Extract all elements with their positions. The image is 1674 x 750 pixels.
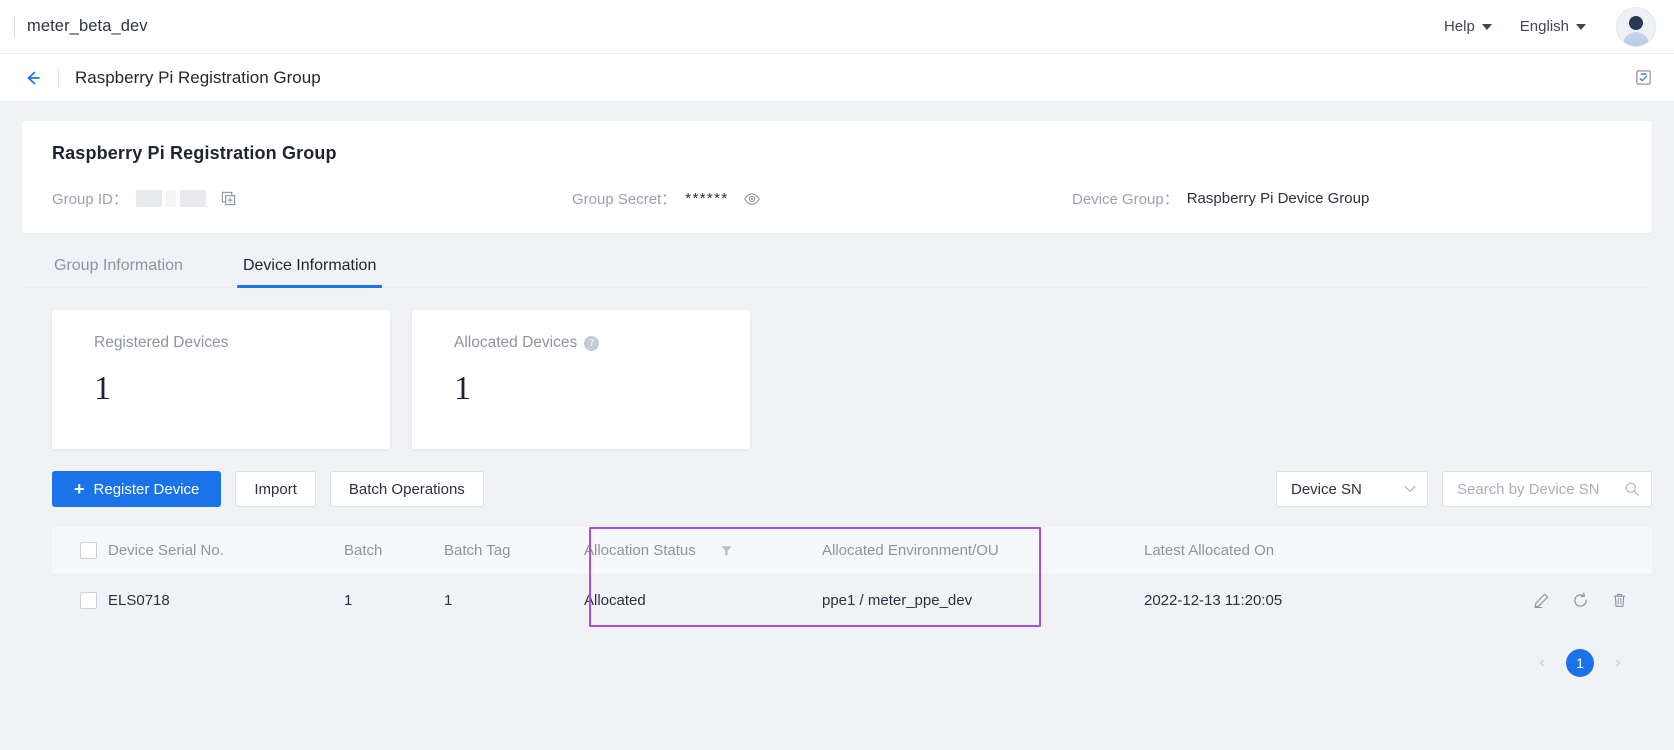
page-title: Raspberry Pi Registration Group [75,67,321,87]
devices-table-wrap: Device Serial No. Batch Batch Tag Alloca… [52,527,1652,627]
action-bar: + Register Device Import Batch Operation… [52,471,1652,507]
group-meta-row: Group ID： Group Secret： ****** Device Gr… [52,188,1622,209]
column-batch-tag: Batch Tag [444,527,584,575]
avatar-head [1629,15,1643,30]
tenant-wrap: meter_beta_dev [0,15,148,38]
column-latest-allocated-on: Latest Allocated On [1144,527,1464,575]
top-bar-right: Help English [1430,6,1674,47]
header-divider [58,67,59,88]
tenant-name: meter_beta_dev [27,17,148,35]
group-id-field: Group ID： [52,188,572,209]
row-select-cell [52,574,108,627]
checklist-icon[interactable] [1630,65,1656,91]
pagination: ‹ 1 › [0,648,1628,677]
cell-row-actions [1464,574,1652,627]
stat-label-text: Registered Devices [94,334,229,351]
language-label: English [1519,18,1569,35]
column-allocation-status: Allocation Status [584,527,822,575]
table-row[interactable]: ELS0718 1 1 Allocated ppe1 / meter_ppe_d… [52,574,1652,627]
search-icon[interactable] [1624,481,1640,497]
stat-label: Registered Devices [94,334,364,352]
column-actions [1464,527,1652,575]
filters-group: Device SN [1276,471,1652,507]
register-device-button[interactable]: + Register Device [52,471,222,507]
refresh-icon[interactable] [1572,592,1589,609]
row-checkbox[interactable] [80,591,97,609]
stat-card-allocated-devices: Allocated Devices ? 1 [412,310,750,449]
table-body: ELS0718 1 1 Allocated ppe1 / meter_ppe_d… [52,574,1652,627]
edit-icon[interactable] [1533,592,1550,609]
group-secret-label: Group Secret： [572,191,677,208]
table-head: Device Serial No. Batch Batch Tag Alloca… [52,527,1652,575]
search-input[interactable] [1457,480,1618,498]
cell-latest-allocated-on: 2022-12-13 11:20:05 [1144,574,1464,627]
stat-value: 1 [454,370,471,407]
stat-label-text: Allocated Devices [454,334,578,351]
group-card-title: Raspberry Pi Registration Group [52,143,337,163]
tab-device-information[interactable]: Device Information [236,257,383,288]
stat-value: 1 [94,370,111,407]
chevron-down-icon [1481,23,1492,30]
plus-icon: + [74,479,85,499]
column-batch: Batch [344,527,444,575]
copy-icon[interactable] [220,190,237,207]
device-group-value: Raspberry Pi Device Group [1186,190,1370,207]
stat-card-registered-devices: Registered Devices 1 [52,310,390,449]
column-allocation-status-label: Allocation Status [584,541,696,559]
group-id-label: Group ID： [52,191,128,208]
eye-icon[interactable] [743,190,761,208]
cell-device-serial: ELS0718 [108,574,344,627]
group-secret-value: ****** [685,190,729,207]
group-info-card: Raspberry Pi Registration Group Group ID… [22,121,1652,233]
avatar-body [1623,31,1649,46]
row-actions [1464,592,1652,609]
stats-row: Registered Devices 1 Allocated Devices ?… [52,310,1652,449]
delete-icon[interactable] [1611,592,1628,609]
cell-allocation-status: Allocated [584,574,822,627]
filter-icon[interactable] [720,544,733,557]
page-header-right [1630,65,1656,91]
tab-group-information[interactable]: Group Information [52,257,185,287]
device-group-field: Device Group： Raspberry Pi Device Group [1072,188,1622,209]
tenant-divider [14,15,15,38]
top-bar: meter_beta_dev Help English [0,0,1674,54]
language-menu[interactable]: English [1506,12,1600,41]
pagination-next[interactable]: › [1608,654,1628,672]
column-allocated-environment-ou: Allocated Environment/OU [822,527,1144,575]
select-all-checkbox[interactable] [80,541,97,559]
group-id-value-redacted [135,190,206,207]
avatar[interactable] [1616,6,1656,47]
pagination-page-1[interactable]: 1 [1566,648,1594,677]
help-circle-icon[interactable]: ? [584,335,600,351]
stat-label: Allocated Devices ? [454,334,724,352]
table-header-row: Device Serial No. Batch Batch Tag Alloca… [52,527,1652,575]
back-button[interactable] [20,65,46,91]
cell-batch: 1 [344,574,444,627]
help-label: Help [1443,18,1475,35]
tab-bar: Group Information Device Information [22,257,1652,288]
search-field-select[interactable]: Device SN [1276,471,1428,507]
chevron-down-icon [1404,482,1416,496]
page-header: Raspberry Pi Registration Group [0,54,1674,102]
pagination-prev[interactable]: ‹ [1532,654,1552,672]
help-menu[interactable]: Help [1430,12,1506,41]
group-secret-field: Group Secret： ****** [572,188,1072,209]
cell-allocated-environment-ou: ppe1 / meter_ppe_dev [822,574,1144,627]
register-device-label: Register Device [93,480,200,498]
cell-batch-tag: 1 [444,574,584,627]
devices-table: Device Serial No. Batch Batch Tag Alloca… [52,527,1652,627]
column-device-serial: Device Serial No. [108,527,344,575]
batch-operations-button[interactable]: Batch Operations [329,471,484,507]
select-all-header [52,527,108,575]
search-field-select-value: Device SN [1291,480,1362,498]
chevron-down-icon [1576,23,1586,30]
import-button[interactable]: Import [235,471,316,507]
search-box[interactable] [1442,471,1652,507]
device-group-label: Device Group： [1072,191,1179,208]
app-root: meter_beta_dev Help English Raspberry Pi… [0,0,1674,750]
